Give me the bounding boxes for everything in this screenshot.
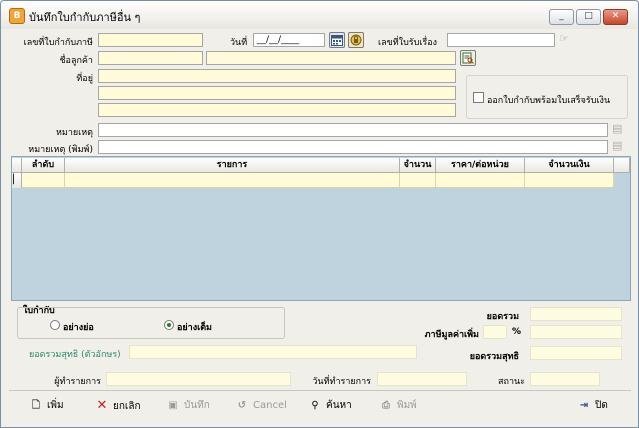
print-button[interactable]: ⎙ พิมพ์ xyxy=(379,396,417,416)
customer-name-label: ชื่อลูกค้า xyxy=(59,56,93,66)
toolbar-divider xyxy=(9,390,631,391)
vat-rate-input[interactable] xyxy=(483,325,507,339)
created-date-value xyxy=(377,372,467,386)
close-button[interactable]: ⇥ ปิด xyxy=(577,396,608,416)
total-label: ยอดรวม xyxy=(486,312,519,322)
tax-invoice-no-label: เลขที่ใบกำกับภาษี xyxy=(23,38,93,48)
remark-label: หมายเหตุ xyxy=(55,128,93,138)
main-window: B บันทึกใบกำกับภาษีอื่น ๆ _ □ ✕ เลขที่ใบ… xyxy=(0,0,639,428)
issue-with-receipt-label: ออกใบกำกับพร้อมใบเสร็จรับเงิน xyxy=(487,96,611,106)
receipt-no-label: เลขที่ใบรับเรื่อง xyxy=(378,38,438,48)
grid-col-description[interactable]: รายการ xyxy=(65,158,400,173)
grid-cell-unit-price[interactable] xyxy=(436,173,525,188)
net-total-label: ยอดรวมสุทธิ xyxy=(469,352,519,362)
total-value xyxy=(530,307,622,321)
exit-door-icon: ⇥ xyxy=(579,400,589,411)
invoice-full-label: อย่างเต็ม xyxy=(177,323,212,333)
remark-print-edit-icon[interactable]: ▤ xyxy=(612,139,626,153)
status-value xyxy=(530,372,600,386)
save-button[interactable]: ▣ บันทึก xyxy=(166,396,210,416)
date-label: วันที่ xyxy=(230,38,248,48)
net-total-value xyxy=(530,346,622,360)
search-button[interactable]: ⚲ ค้นหา xyxy=(308,396,351,416)
app-icon: B xyxy=(9,8,25,24)
address-line-1-input[interactable] xyxy=(98,69,456,83)
x-icon: ✕ xyxy=(96,398,108,413)
created-date-label: วันที่ทำรายการ xyxy=(312,377,371,387)
close-window-button[interactable]: ✕ xyxy=(603,9,628,25)
percent-sign: % xyxy=(512,327,522,337)
window-title: บันทึกใบกำกับภาษีอื่น ๆ xyxy=(29,11,141,24)
customer-search-icon[interactable] xyxy=(460,50,476,66)
remark-print-label: หมายเหตุ (พิมพ์) xyxy=(28,145,93,155)
status-label: สถานะ xyxy=(498,377,525,387)
cancel-button[interactable]: ↺ Cancel xyxy=(235,396,287,416)
grid-row-indicator: ▏ xyxy=(12,173,22,188)
vat-amount-value xyxy=(530,325,622,339)
remark-print-input[interactable] xyxy=(98,140,608,154)
floppy-disk-icon: ▣ xyxy=(168,400,178,411)
address-line-3-input[interactable] xyxy=(98,103,456,117)
tax-invoice-no-input[interactable] xyxy=(98,33,203,47)
grid-filler-header xyxy=(614,158,630,173)
remark-edit-icon[interactable]: ▤ xyxy=(612,122,626,136)
undo-icon: ↺ xyxy=(237,400,247,411)
maximize-button[interactable]: □ xyxy=(576,9,601,25)
add-button[interactable]: 🗋 เพิ่ม xyxy=(29,396,64,416)
grid-col-quantity[interactable]: จำนวน xyxy=(400,158,436,173)
grid-col-seq[interactable]: ลำดับ xyxy=(22,158,65,173)
receipt-no-input[interactable] xyxy=(447,33,555,47)
grid-col-unit-price[interactable]: ราคา/ต่อหน่วย xyxy=(436,158,525,173)
grid-cell-description[interactable] xyxy=(65,173,400,188)
lookup-lock-icon[interactable] xyxy=(348,32,364,48)
address-line-2-input[interactable] xyxy=(98,86,456,100)
issue-with-receipt-checkbox[interactable] xyxy=(473,92,484,103)
grid-cell-seq[interactable] xyxy=(22,173,65,188)
invoice-short-label: อย่างย่อ xyxy=(63,323,94,333)
grid-cell-amount[interactable] xyxy=(525,173,614,188)
minimize-button[interactable]: _ xyxy=(549,9,574,25)
total-text-value xyxy=(129,345,417,359)
grid-corner-header xyxy=(12,158,22,173)
calendar-icon[interactable] xyxy=(329,32,345,48)
receipt-lookup-icon[interactable]: ☞ xyxy=(559,32,575,48)
customer-code-input[interactable] xyxy=(98,51,203,65)
grid-cell-quantity[interactable] xyxy=(400,173,436,188)
vat-label: ภาษีมูลค่าเพิ่ม xyxy=(424,330,479,340)
total-text-label: ยอดรวมสุทธิ (ตัวอักษร) xyxy=(29,350,121,360)
grid-col-amount[interactable]: จำนวนเงิน xyxy=(525,158,614,173)
new-document-icon: 🗋 xyxy=(31,400,41,411)
invoice-short-radio[interactable] xyxy=(50,320,60,330)
created-by-label: ผู้ทำรายการ xyxy=(54,377,101,387)
remark-input[interactable] xyxy=(98,123,608,137)
void-button[interactable]: ✕ ยกเลิก xyxy=(95,396,141,416)
created-by-value xyxy=(106,372,291,386)
binoculars-icon: ⚲ xyxy=(311,400,319,411)
date-input[interactable]: __/__/____ xyxy=(253,33,325,47)
customer-name-input[interactable] xyxy=(206,51,456,65)
invoice-full-radio[interactable] xyxy=(164,320,174,330)
printer-icon: ⎙ xyxy=(382,400,390,411)
address-label: ที่อยู่ xyxy=(76,74,93,84)
